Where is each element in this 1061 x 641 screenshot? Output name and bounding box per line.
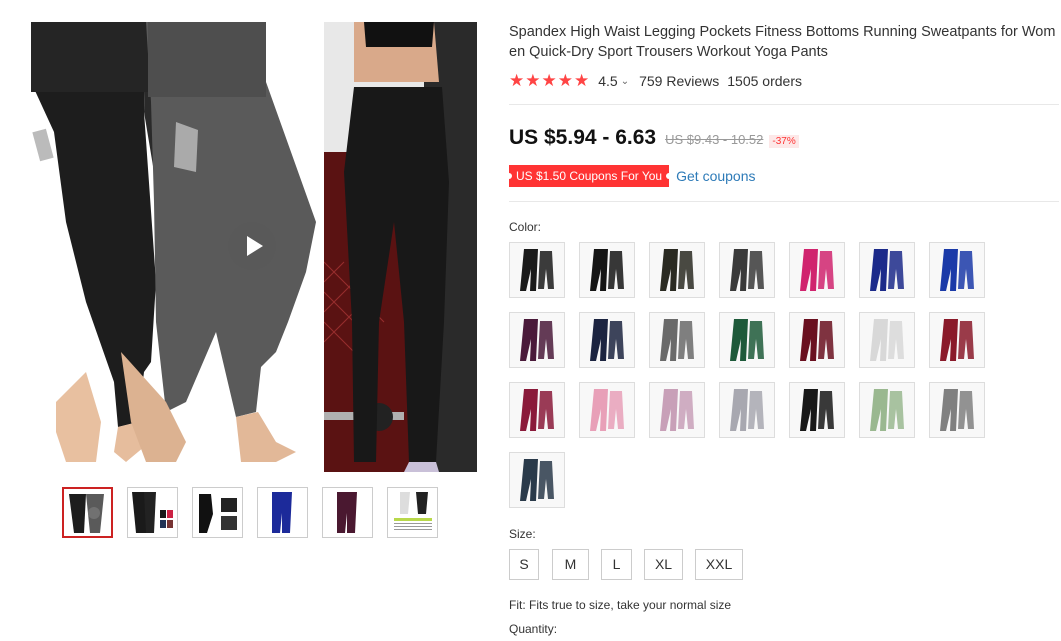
star-rating[interactable]: ★ ★ ★ ★ ★	[509, 72, 590, 90]
coupon-row: US $1.50 Coupons For You Get coupons	[505, 165, 756, 187]
star-icon: ★	[541, 71, 557, 90]
color-swatch-5[interactable]	[789, 242, 845, 298]
color-swatch-12[interactable]	[789, 312, 845, 368]
color-swatch-16[interactable]	[579, 382, 635, 438]
size-option-xxl[interactable]: XXL	[695, 549, 743, 580]
color-swatch-6[interactable]	[859, 242, 915, 298]
size-option-xl[interactable]: XL	[644, 549, 683, 580]
original-price: US $9.43 - 10.52	[665, 132, 764, 147]
discount-badge: -37%	[769, 135, 799, 148]
thumbnail-4[interactable]	[257, 487, 308, 538]
color-swatch-2[interactable]	[579, 242, 635, 298]
product-photo-model-gym	[324, 22, 477, 472]
rating-row: ★ ★ ★ ★ ★ 4.5 ⌄ 759 Reviews 1505 orders	[509, 72, 802, 90]
size-option-m[interactable]: M	[552, 549, 589, 580]
current-price: US $5.94 - 6.63	[509, 126, 657, 149]
size-label: Size:	[509, 527, 536, 541]
color-swatch-18[interactable]	[719, 382, 775, 438]
get-coupons-link[interactable]: Get coupons	[676, 168, 755, 184]
color-swatch-19[interactable]	[789, 382, 845, 438]
color-swatch-13[interactable]	[859, 312, 915, 368]
main-product-image[interactable]	[26, 22, 477, 472]
star-icon: ★	[557, 71, 573, 90]
product-title: Spandex High Waist Legging Pockets Fitne…	[509, 24, 1056, 60]
color-swatch-9[interactable]	[579, 312, 635, 368]
star-icon: ★	[525, 71, 541, 90]
thumbnail-5[interactable]	[322, 487, 373, 538]
thumbnail-6[interactable]	[387, 487, 438, 538]
divider	[509, 104, 1059, 105]
coupon-badge: US $1.50 Coupons For You	[505, 165, 673, 187]
divider	[509, 201, 1059, 202]
star-icon: ★	[574, 71, 590, 90]
color-swatch-15[interactable]	[509, 382, 565, 438]
color-swatch-21[interactable]	[929, 382, 985, 438]
thumbnail-3[interactable]	[192, 487, 243, 538]
play-video-button[interactable]	[228, 222, 276, 270]
thumbnail-2[interactable]	[127, 487, 178, 538]
color-swatch-4[interactable]	[719, 242, 775, 298]
color-swatch-1[interactable]	[509, 242, 565, 298]
color-swatch-8[interactable]	[509, 312, 565, 368]
orders-count: 1505 orders	[727, 73, 802, 89]
color-swatch-22[interactable]	[509, 452, 565, 508]
rating-value[interactable]: 4.5	[598, 73, 617, 89]
color-swatch-14[interactable]	[929, 312, 985, 368]
price-row: US $5.94 - 6.63 US $9.43 - 10.52 -37%	[509, 126, 799, 150]
play-icon	[247, 236, 263, 256]
thumbnail-strip	[62, 487, 462, 541]
size-option-l[interactable]: L	[601, 549, 632, 580]
color-swatch-7[interactable]	[929, 242, 985, 298]
chevron-down-icon[interactable]: ⌄	[621, 76, 629, 87]
color-swatch-11[interactable]	[719, 312, 775, 368]
color-swatch-3[interactable]	[649, 242, 705, 298]
color-swatch-17[interactable]	[649, 382, 705, 438]
product-photo-leggings-pair	[26, 22, 324, 472]
quantity-label: Quantity:	[509, 622, 558, 636]
size-option-s[interactable]: S	[509, 549, 539, 580]
thumbnail-1[interactable]	[62, 487, 113, 538]
reviews-link[interactable]: 759 Reviews	[639, 73, 719, 89]
color-swatch-20[interactable]	[859, 382, 915, 438]
fit-note: Fit: Fits true to size, take your normal…	[509, 598, 732, 612]
color-label: Color:	[509, 220, 542, 234]
product-gallery	[0, 0, 490, 641]
color-swatch-10[interactable]	[649, 312, 705, 368]
star-icon: ★	[509, 71, 525, 90]
